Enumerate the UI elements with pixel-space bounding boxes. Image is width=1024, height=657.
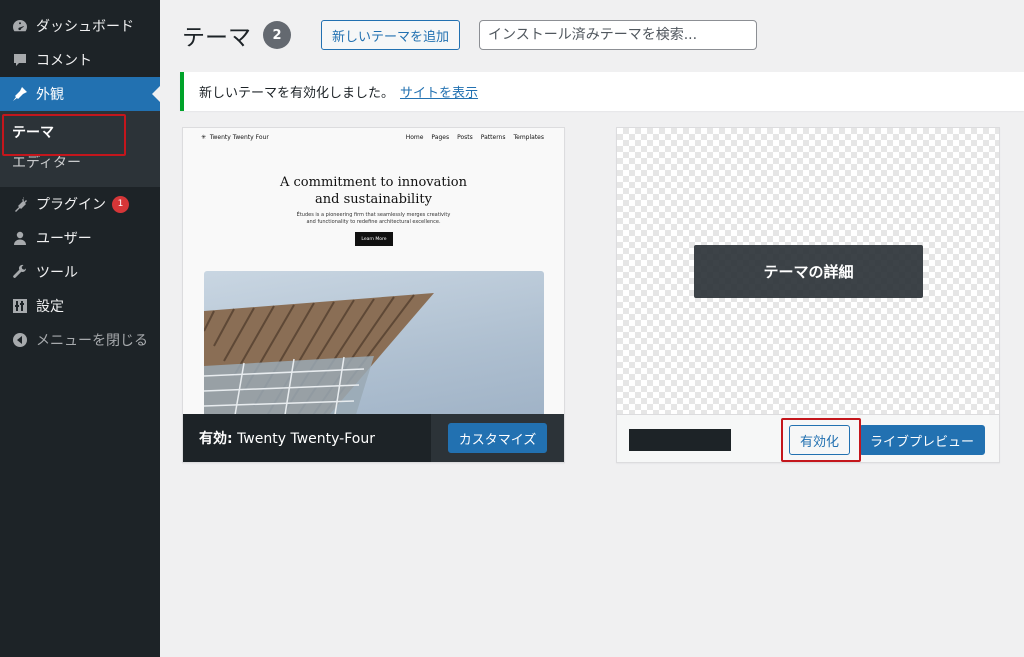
menu-tools[interactable]: ツール xyxy=(0,255,160,289)
page-title: テーマ xyxy=(182,25,251,51)
menu-settings[interactable]: 設定 xyxy=(0,289,160,323)
collapse-icon xyxy=(10,330,30,350)
menu-tools-label: ツール xyxy=(36,265,78,281)
plugin-update-badge: 1 xyxy=(112,195,129,213)
menu-settings-label: 設定 xyxy=(36,299,64,315)
theme-details-button[interactable]: テーマの詳細 xyxy=(694,245,923,298)
admin-sidebar: ダッシュボード コメント 外観 テーマ エディター プラグイン 1 ユーザー ツ… xyxy=(0,0,160,657)
menu-collapse[interactable]: メニューを閉じる xyxy=(0,323,160,357)
plugin-icon xyxy=(10,194,30,214)
wrench-icon xyxy=(10,262,30,282)
page-header: テーマ 2 新しいテーマを追加 xyxy=(182,18,461,52)
menu-comments-label: コメント xyxy=(36,53,92,69)
dashboard-icon xyxy=(10,16,30,36)
theme-screenshot-twenty-twenty-four[interactable]: ✳ Twenty Twenty Four Home Pages Posts Pa… xyxy=(183,128,564,414)
active-status: 有効: xyxy=(199,431,233,447)
view-site-link[interactable]: サイトを表示 xyxy=(400,82,478,101)
menu-collapse-label: メニューを閉じる xyxy=(36,333,148,349)
active-theme-label: 有効: Twenty Twenty-Four xyxy=(183,428,375,448)
preview-logo: ✳ Twenty Twenty Four xyxy=(201,134,269,141)
theme-card-footer: 有効化 ライブプレビュー xyxy=(617,414,999,462)
menu-plugins-label: プラグイン xyxy=(36,197,106,213)
success-notice: 新しいテーマを有効化しました。 サイトを表示 xyxy=(180,72,1024,111)
notice-text: 新しいテーマを有効化しました。 xyxy=(199,86,395,101)
active-theme-name: Twenty Twenty-Four xyxy=(237,431,375,447)
theme-search-input[interactable] xyxy=(479,20,757,50)
customize-button[interactable]: カスタマイズ xyxy=(447,423,548,453)
theme-screenshot-placeholder[interactable]: テーマの詳細 xyxy=(617,128,999,414)
settings-icon xyxy=(10,296,30,316)
preview-heading: A commitment to innovation and sustainab… xyxy=(279,175,467,207)
submenu-editor[interactable]: エディター xyxy=(0,147,160,177)
menu-users[interactable]: ユーザー xyxy=(0,221,160,255)
submenu-themes[interactable]: テーマ xyxy=(0,117,160,147)
theme-card-footer: 有効: Twenty Twenty-Four カスタマイズ xyxy=(183,414,564,462)
theme-card-active[interactable]: ✳ Twenty Twenty Four Home Pages Posts Pa… xyxy=(182,127,565,463)
menu-appearance-label: 外観 xyxy=(36,87,64,103)
menu-comments[interactable]: コメント xyxy=(0,43,160,77)
menu-dashboard-label: ダッシュボード xyxy=(36,19,134,35)
user-icon xyxy=(10,228,30,248)
comment-icon xyxy=(10,50,30,70)
menu-appearance[interactable]: 外観 xyxy=(0,77,160,111)
preview-nav: ✳ Twenty Twenty Four Home Pages Posts Pa… xyxy=(183,134,564,148)
appearance-submenu: テーマ エディター xyxy=(0,111,160,187)
menu-plugins[interactable]: プラグイン 1 xyxy=(0,187,160,221)
menu-users-label: ユーザー xyxy=(36,231,92,247)
preview-cta: Learn More xyxy=(355,232,393,246)
preview-building-image xyxy=(204,271,544,414)
appearance-icon xyxy=(10,84,30,104)
theme-actions: カスタマイズ xyxy=(431,414,564,462)
redacted-theme-name xyxy=(629,429,731,451)
preview-nav-links: Home Pages Posts Patterns Templates xyxy=(405,134,544,141)
menu-dashboard[interactable]: ダッシュボード xyxy=(0,9,160,43)
add-new-theme-button[interactable]: 新しいテーマを追加 xyxy=(321,20,461,50)
theme-count-badge: 2 xyxy=(263,21,291,49)
theme-card-inactive[interactable]: テーマの詳細 有効化 ライブプレビュー xyxy=(616,127,1000,463)
activate-button[interactable]: 有効化 xyxy=(789,425,851,455)
preview-paragraph: Études is a pioneering firm that seamles… xyxy=(296,212,451,225)
live-preview-button[interactable]: ライブプレビュー xyxy=(859,425,986,455)
